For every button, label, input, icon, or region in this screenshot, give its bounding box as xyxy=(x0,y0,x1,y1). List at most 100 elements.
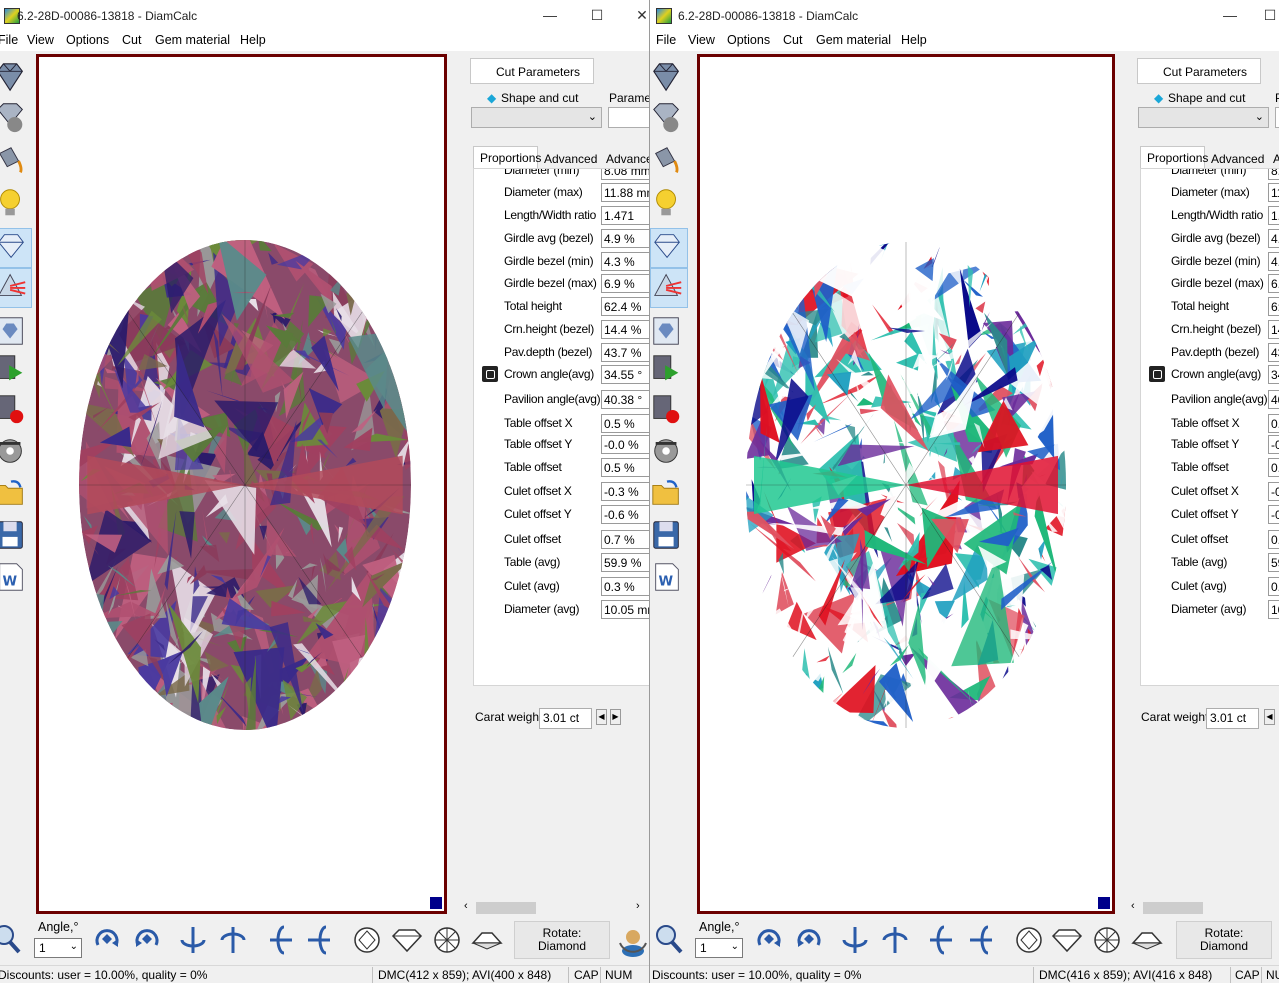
maximize-button[interactable]: ☐ xyxy=(1260,6,1279,24)
menu-file[interactable]: File xyxy=(656,33,676,47)
tab-advanced-2[interactable]: Advanced xyxy=(606,148,649,170)
menu-cut[interactable]: Cut xyxy=(783,33,802,47)
rotate-cw-icon[interactable] xyxy=(90,921,124,959)
film-reel-icon[interactable] xyxy=(650,434,686,472)
scroll-thumb[interactable] xyxy=(1143,902,1203,914)
proportion-value-field[interactable]: 11.88 mm xyxy=(601,183,649,202)
panel-horizontal-scrollbar[interactable]: ‹ xyxy=(1127,900,1279,916)
word-export-icon[interactable]: W xyxy=(0,560,30,598)
film-reel-icon[interactable] xyxy=(0,434,30,472)
diamond-render-canvas[interactable] xyxy=(36,54,447,914)
proportion-value-field[interactable]: 8.08 mm xyxy=(601,169,649,180)
proportion-value-field[interactable]: 6. xyxy=(1268,274,1279,293)
proportion-value-field[interactable]: 0.5 % xyxy=(601,458,649,477)
proportion-value-field[interactable]: -0 xyxy=(1268,435,1279,454)
proportion-value-field[interactable]: 8. xyxy=(1268,169,1279,180)
word-export-icon[interactable]: W xyxy=(650,560,686,598)
minimize-button[interactable]: — xyxy=(1220,6,1240,24)
proportion-value-field[interactable]: 0.3 % xyxy=(601,577,649,596)
paint-bucket-icon[interactable] xyxy=(650,144,686,182)
tab-advanced-2[interactable]: A xyxy=(1273,148,1279,170)
diamond-view-icon[interactable] xyxy=(650,60,686,98)
proportion-value-field[interactable]: 4. xyxy=(1268,229,1279,248)
menu-options[interactable]: Options xyxy=(66,33,109,47)
carat-weight-field[interactable]: 3.01 ct xyxy=(539,708,592,729)
diamond-sparkle-icon[interactable] xyxy=(0,228,32,268)
proportion-value-field[interactable]: -0.3 % xyxy=(601,482,649,501)
zoom-icon[interactable] xyxy=(652,921,686,959)
parameters-select[interactable] xyxy=(608,107,649,128)
proportion-value-field[interactable]: 0. xyxy=(1268,458,1279,477)
flip-horizontal-icon[interactable] xyxy=(838,921,872,959)
menu-view[interactable]: View xyxy=(27,33,54,47)
tab-advanced[interactable]: Advanced xyxy=(544,148,604,170)
scroll-right-icon[interactable]: › xyxy=(636,900,640,912)
diamond-ball-icon[interactable] xyxy=(0,100,30,138)
tab-cut-parameters[interactable]: Cut Parameters xyxy=(1137,58,1261,84)
tab-proportions[interactable]: Proportions xyxy=(473,146,541,168)
proportion-value-field[interactable]: 0. xyxy=(1268,530,1279,549)
open-folder-icon[interactable] xyxy=(650,476,686,514)
side-view-icon[interactable] xyxy=(390,921,424,959)
pavilion-view-icon[interactable] xyxy=(470,921,504,959)
video-play-icon[interactable] xyxy=(0,352,30,390)
user-rotate-icon[interactable] xyxy=(616,921,649,959)
rotate-diamond-button[interactable]: Rotate: Diamond xyxy=(514,921,610,959)
prism-spectrum-icon[interactable] xyxy=(650,268,688,308)
angle-select[interactable]: 1 ⌄ xyxy=(34,938,82,958)
proportion-value-field[interactable]: -0.6 % xyxy=(601,505,649,524)
carat-weight-field[interactable]: 3.01 ct xyxy=(1206,708,1259,729)
bottom-view-icon[interactable] xyxy=(1090,921,1124,959)
close-button[interactable]: ✕ xyxy=(632,6,649,24)
proportion-value-field[interactable]: 1. xyxy=(1268,206,1279,225)
menu-help[interactable]: Help xyxy=(240,33,266,47)
proportion-value-field[interactable]: 0. xyxy=(1268,414,1279,433)
proportion-value-field[interactable]: 4.9 % xyxy=(601,229,649,248)
proportion-value-field[interactable]: 6: xyxy=(1268,297,1279,316)
save-disk-icon[interactable] xyxy=(650,518,686,556)
scroll-left-icon[interactable]: ‹ xyxy=(1131,900,1135,912)
proportion-value-field[interactable]: 40 xyxy=(1268,390,1279,409)
tab-cut-parameters[interactable]: Cut Parameters xyxy=(470,58,594,84)
proportion-value-field[interactable]: 34 xyxy=(1268,365,1279,384)
top-view-icon[interactable] xyxy=(1012,921,1046,959)
proportion-value-field[interactable]: -0.0 % xyxy=(601,435,649,454)
video-record-icon[interactable] xyxy=(0,392,30,430)
menu-gem-material[interactable]: Gem material xyxy=(155,33,230,47)
rotate-cw-icon[interactable] xyxy=(752,921,786,959)
parameters-select[interactable] xyxy=(1275,107,1279,128)
pavilion-view-icon[interactable] xyxy=(1130,921,1164,959)
prism-spectrum-icon[interactable] xyxy=(0,268,32,308)
flip-vertical-2-icon[interactable] xyxy=(302,921,336,959)
scroll-thumb[interactable] xyxy=(476,902,536,914)
proportion-value-field[interactable]: 0.5 % xyxy=(601,414,649,433)
proportion-value-field[interactable]: 4.3 % xyxy=(601,252,649,271)
open-folder-icon[interactable] xyxy=(0,476,30,514)
video-record-icon[interactable] xyxy=(650,392,686,430)
panel-horizontal-scrollbar[interactable]: ‹ › xyxy=(460,900,649,916)
bottom-view-icon[interactable] xyxy=(430,921,464,959)
carat-decrease-button[interactable]: ◀ xyxy=(1264,709,1275,725)
proportion-value-field[interactable]: 4. xyxy=(1268,252,1279,271)
diamond-view-icon[interactable] xyxy=(0,60,30,98)
report-diamond-icon[interactable] xyxy=(650,314,686,352)
menu-gem-material[interactable]: Gem material xyxy=(816,33,891,47)
diamond-sparkle-icon[interactable] xyxy=(650,228,688,268)
flip-horizontal-2-icon[interactable] xyxy=(216,921,250,959)
proportion-value-field[interactable]: 1.471 xyxy=(601,206,649,225)
proportion-value-field[interactable]: 62.4 % xyxy=(601,297,649,316)
flip-vertical-icon[interactable] xyxy=(924,921,958,959)
diamond-render-canvas[interactable] xyxy=(697,54,1115,914)
proportion-value-field[interactable]: -0 xyxy=(1268,482,1279,501)
proportion-value-field[interactable]: 59 xyxy=(1268,553,1279,572)
lock-toggle-icon[interactable] xyxy=(482,366,498,382)
rotate-diamond-button[interactable]: Rotate: Diamond xyxy=(1176,921,1272,959)
save-disk-icon[interactable] xyxy=(0,518,30,556)
proportion-value-field[interactable]: 40.38 ° xyxy=(601,390,649,409)
light-bulb-icon[interactable] xyxy=(0,186,30,224)
light-bulb-icon[interactable] xyxy=(650,186,686,224)
proportion-value-field[interactable]: 14.4 % xyxy=(601,320,649,339)
diamond-ball-icon[interactable] xyxy=(650,100,686,138)
flip-vertical-icon[interactable] xyxy=(264,921,298,959)
proportion-value-field[interactable]: 34.55 ° xyxy=(601,365,649,384)
